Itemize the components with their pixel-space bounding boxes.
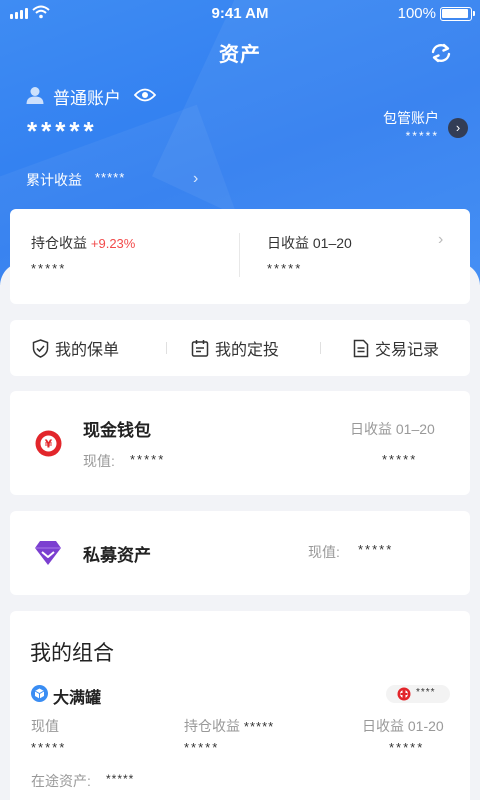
calendar-icon [191, 340, 209, 357]
bank-icon [397, 687, 411, 701]
transaction-records-label: 交易记录 [375, 342, 440, 359]
yuan-wallet-icon: ¥ [35, 430, 62, 457]
wallet-current-value: ***** [130, 452, 166, 467]
portfolio-item-name[interactable]: 大满罐 [53, 684, 101, 708]
my-fixed-invest-button[interactable]: 我的定投 [191, 320, 279, 376]
quick-menu: 我的保单 我的定投 交易记录 [10, 320, 470, 376]
portfolio-daily-label: 日收益 01-20 [362, 718, 444, 734]
position-income-card[interactable]: 持仓收益 +9.23% ***** 日收益 01–20 ***** › [10, 209, 470, 304]
wallet-daily-value: ***** [382, 452, 418, 467]
eye-icon[interactable] [134, 87, 156, 103]
transaction-records-button[interactable]: 交易记录 [353, 320, 439, 376]
private-assets-title: 私募资产 [83, 546, 151, 565]
portfolio-tag-value: **** [416, 687, 436, 698]
managed-account-label[interactable]: 包管账户 [383, 108, 439, 128]
cash-wallet-card[interactable]: ¥ 现金钱包 日收益 01–20 现值: ***** ***** [10, 391, 470, 495]
portfolio-section-title: 我的组合 [30, 642, 114, 665]
daily-income-value: ***** [267, 261, 303, 276]
chevron-right-icon[interactable]: › [438, 231, 443, 249]
portfolio-item-tag: **** [386, 685, 450, 703]
account-type-label: 普通账户 [53, 89, 121, 108]
divider [166, 342, 167, 354]
holding-income-label: 持仓收益 +9.23% [31, 235, 136, 251]
chevron-right-icon[interactable]: › [448, 118, 468, 138]
private-current-value: ***** [358, 542, 394, 557]
page-title: 资产 [219, 44, 261, 66]
portfolio-current-value: ***** [31, 740, 67, 755]
daily-income-label: 日收益 01–20 [267, 235, 352, 251]
gem-icon [35, 541, 61, 565]
portfolio-current-label: 现值 [31, 718, 59, 734]
account-balance: ***** [27, 116, 98, 146]
battery-icon [440, 7, 475, 21]
holding-income-value: ***** [31, 261, 67, 276]
portfolio-holding-label: 持仓收益 ***** [184, 718, 275, 734]
my-policy-button[interactable]: 我的保单 [32, 320, 119, 376]
portfolio-daily-value: ***** [389, 740, 425, 755]
svg-text:¥: ¥ [45, 438, 53, 451]
holding-rate: +9.23% [90, 236, 136, 251]
transit-assets-value: ***** [106, 772, 135, 786]
battery-percent: 100% [397, 5, 436, 22]
wallet-current-label: 现值: [83, 453, 115, 469]
refresh-icon[interactable] [428, 41, 454, 65]
chevron-right-icon[interactable]: › [193, 170, 198, 188]
portfolio-holding-inline: ***** [243, 719, 275, 734]
cumulative-income-value: ***** [95, 170, 126, 185]
portfolio-item-icon [31, 685, 48, 702]
cumulative-income-label[interactable]: 累计收益 [26, 170, 82, 190]
private-assets-card[interactable]: 私募资产 现值: ***** [10, 511, 470, 595]
user-icon [26, 87, 44, 104]
cash-wallet-title: 现金钱包 [83, 421, 151, 440]
document-icon [353, 339, 369, 357]
divider [239, 233, 240, 277]
my-portfolio-card: 我的组合 大满罐 **** 现值 ***** 持仓收益 ***** ***** … [10, 611, 470, 800]
wallet-daily-label: 日收益 01–20 [350, 421, 435, 437]
divider [320, 342, 321, 354]
portfolio-holding-value: ***** [184, 740, 220, 755]
managed-account-value: ***** [405, 129, 439, 143]
status-bar: 9:41 AM 100% [0, 0, 480, 28]
transit-assets-label: 在途资产: [31, 773, 91, 789]
shield-icon [32, 338, 49, 358]
private-current-label: 现值: [308, 544, 340, 560]
my-fixed-invest-label: 我的定投 [215, 342, 280, 359]
my-policy-label: 我的保单 [55, 342, 120, 359]
